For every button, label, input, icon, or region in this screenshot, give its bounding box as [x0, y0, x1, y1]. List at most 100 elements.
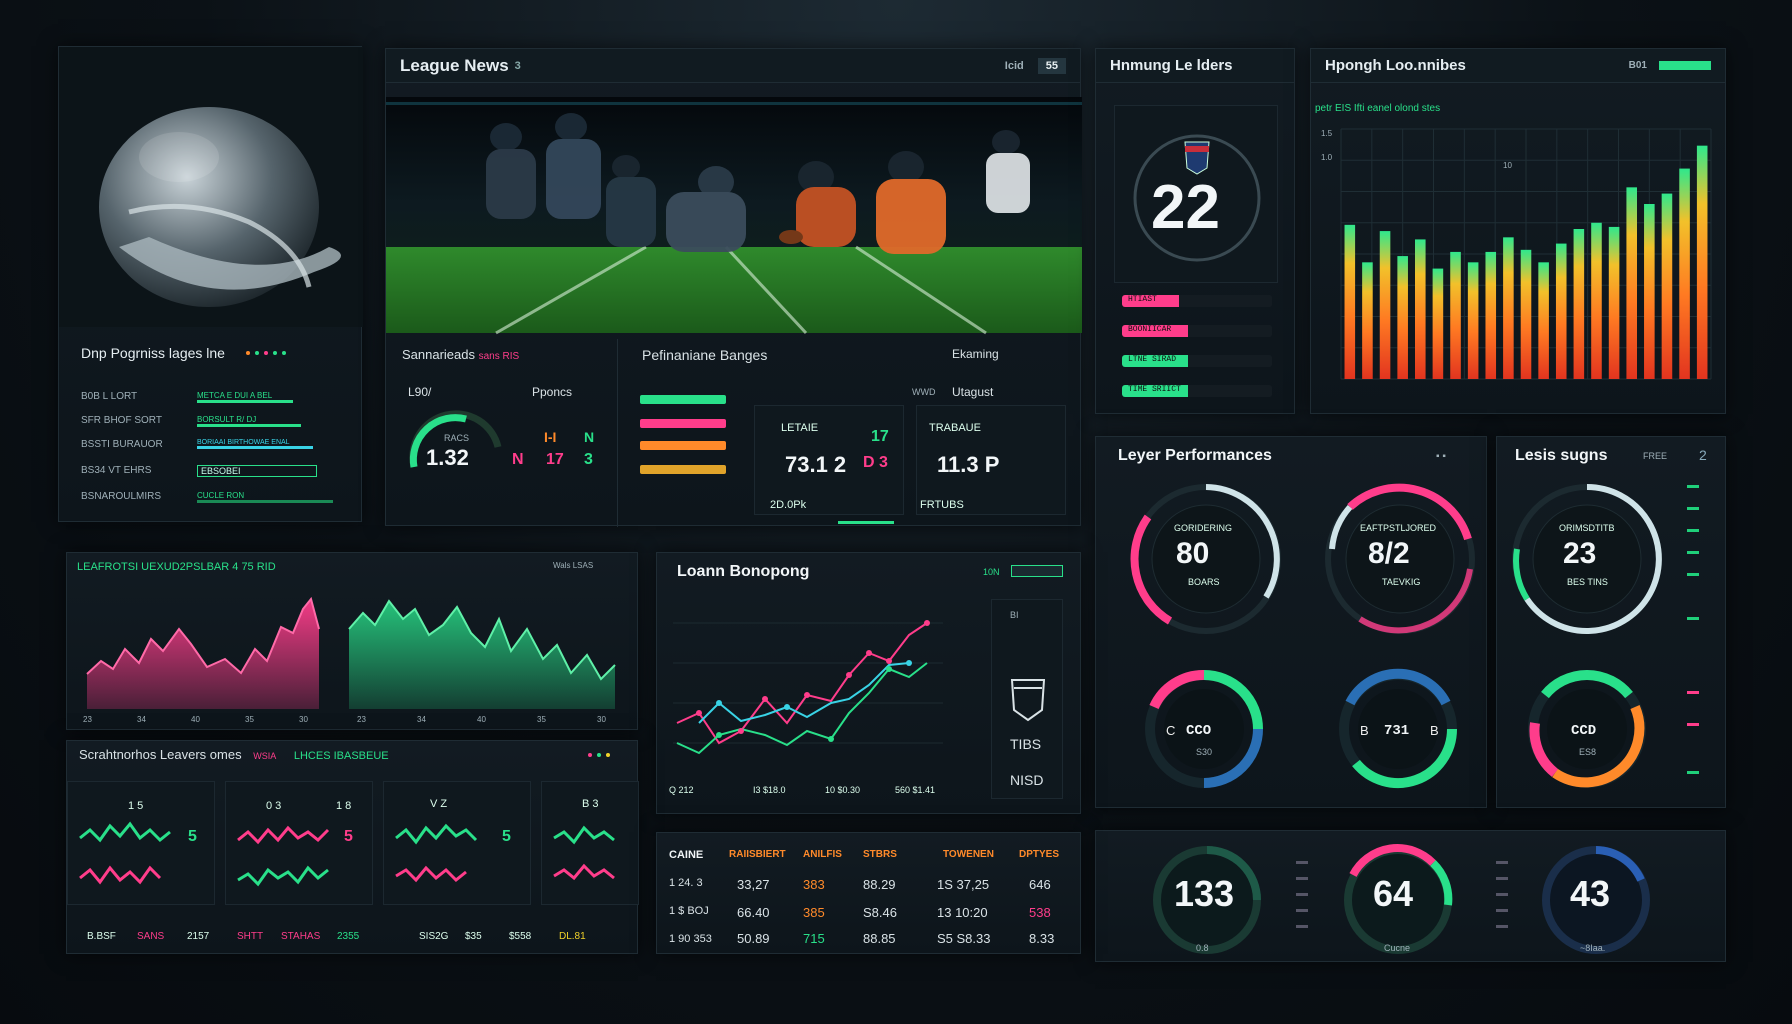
table-header[interactable]: DPTYES	[1019, 849, 1059, 860]
league-lines-toggle[interactable]	[1011, 565, 1063, 577]
bar[interactable]	[1344, 224, 1356, 379]
bar[interactable]	[1432, 268, 1444, 379]
lesis-header: FREE	[1643, 451, 1668, 461]
leader-row[interactable]: LTNE SIRAD	[1122, 355, 1272, 367]
sparks-title-text: Scrahtnorhos Leavers omes	[79, 747, 242, 762]
league-lines-side: BI TIBS NISD	[991, 599, 1063, 799]
bar[interactable]	[1450, 251, 1461, 379]
list-item-value: BORSULT R/ DJ	[197, 415, 301, 427]
indicator-bar	[1687, 617, 1699, 620]
footer-item: SHTT	[237, 931, 264, 942]
indicator-dot	[597, 753, 601, 757]
news-hero-image[interactable]	[386, 97, 1082, 335]
table-header[interactable]: CAINE	[669, 849, 703, 861]
tick	[1496, 909, 1508, 912]
legend-item[interactable]	[640, 465, 726, 474]
leader-row[interactable]: TIME SRIICT	[1122, 385, 1272, 397]
bar[interactable]	[1555, 243, 1567, 379]
bar[interactable]	[1679, 168, 1690, 379]
list-item-value: METCA E DUI A BEL	[197, 391, 293, 403]
bar[interactable]	[1485, 251, 1497, 379]
leaders-panel: Hnmung Le lders 22 HTIAST BOONIICAR LTNE…	[1095, 48, 1295, 414]
bar[interactable]	[1415, 239, 1426, 379]
table-cell: 13 10:20	[937, 905, 988, 920]
ring-left: B	[1360, 723, 1369, 738]
bar-chart-header: Hpongh Loo.nnibes B01	[1311, 49, 1725, 83]
bar[interactable]	[1362, 262, 1373, 379]
legend-item[interactable]	[640, 419, 726, 428]
table-header[interactable]: ANILFIS	[803, 849, 842, 860]
leader-row[interactable]: BOONIICAR	[1122, 325, 1272, 337]
leader-row-label: HTIAST	[1128, 295, 1157, 304]
leyer-menu-icon[interactable]: ▪ ▪	[1436, 451, 1446, 462]
spark-card[interactable]: 0 3 1 8 5	[225, 781, 373, 905]
table-header[interactable]: RAIISBIERT	[729, 849, 786, 860]
bar[interactable]	[1467, 262, 1479, 379]
bar[interactable]	[1696, 145, 1708, 379]
indicator-bar	[1687, 771, 1699, 774]
table-header[interactable]: STBRS	[863, 849, 897, 860]
bar[interactable]	[1538, 262, 1549, 379]
spark-side-num: 5	[502, 828, 511, 845]
news-stats-subpanel: Sannarieads sans RIS L90/ Pponcs RACS 1.…	[386, 339, 618, 527]
bar-chart-toggle[interactable]	[1659, 61, 1711, 70]
list-item-value: CUCLE RON	[197, 491, 333, 503]
bar[interactable]	[1397, 256, 1408, 379]
leader-row[interactable]: HTIAST	[1122, 295, 1272, 307]
news-title-suffix: 3	[514, 59, 521, 72]
footer-item: DL.81	[559, 931, 586, 942]
list-item-value: BORIAAI BIRTHOWAE ENAL	[197, 439, 313, 449]
table-cell: 1 90 353	[669, 933, 712, 945]
spark-card[interactable]: 1 5 5	[67, 781, 215, 905]
bar-annotation: 10	[1503, 161, 1512, 170]
bar[interactable]	[1379, 231, 1391, 379]
footer-item: $35	[465, 931, 482, 942]
bar-chart	[1340, 128, 1712, 380]
table-cell: 88.85	[863, 931, 896, 946]
bar[interactable]	[1661, 193, 1673, 379]
gauge-bottom-label: BOARS	[1188, 577, 1220, 587]
indicator-dot	[606, 753, 610, 757]
indicator-bar	[1687, 507, 1699, 510]
subpanel-label-2: Pponcs	[532, 385, 573, 399]
sparks-title: Scrahtnorhos Leavers omes WSIA LHCES IBA…	[79, 747, 389, 762]
spark-card[interactable]: B 3	[541, 781, 639, 905]
footer-right: FRTUBS	[920, 499, 964, 511]
x-tick: 35	[537, 715, 546, 724]
sparks-title-accent: WSIA	[253, 751, 277, 761]
table-header[interactable]: TOWENEN	[943, 849, 994, 860]
x-tick: 30	[597, 715, 606, 724]
table-cell: 50.89	[737, 931, 770, 946]
stats-table-panel: CAINE RAIISBIERT ANILFIS STBRS TOWENEN D…	[656, 832, 1081, 954]
spark-card[interactable]: V Z 5	[383, 781, 531, 905]
indicator-dot	[255, 351, 259, 355]
indicator-bar	[1687, 485, 1699, 488]
bar[interactable]	[1644, 204, 1655, 379]
x-tick: 34	[417, 715, 426, 724]
score-label: 0.8	[1196, 943, 1209, 953]
helmet-indicators	[241, 347, 286, 358]
legend-item[interactable]	[640, 441, 726, 450]
score-value: 133	[1174, 873, 1235, 914]
tick	[1296, 925, 1308, 928]
list-item-label: BSNAROULMIRS	[81, 491, 162, 502]
footer-item: STAHAS	[281, 931, 321, 942]
bar[interactable]	[1573, 229, 1585, 379]
footer-item: $558	[509, 931, 532, 942]
news-header-label: Icid	[1004, 59, 1024, 72]
bar[interactable]	[1591, 222, 1602, 379]
card-2-header: Utagust	[952, 385, 994, 399]
bar-chart-panel: Hpongh Loo.nnibes B01 petr EIS Ifti eane…	[1310, 48, 1726, 414]
indicator-bar	[1687, 551, 1699, 554]
news-header-badge[interactable]: 55	[1037, 57, 1066, 74]
bar[interactable]	[1503, 237, 1514, 379]
table-cell: S5 S8.33	[937, 931, 991, 946]
bar[interactable]	[1520, 249, 1532, 379]
legend-item[interactable]	[640, 395, 726, 404]
bar[interactable]	[1626, 187, 1637, 379]
indicator-dot	[282, 351, 286, 355]
tick	[1296, 893, 1308, 896]
bar-chart-subtitle: petr EIS Ifti eanel olond stes	[1315, 103, 1441, 114]
bar[interactable]	[1608, 226, 1620, 379]
card-label: TRABAUE	[929, 422, 981, 434]
